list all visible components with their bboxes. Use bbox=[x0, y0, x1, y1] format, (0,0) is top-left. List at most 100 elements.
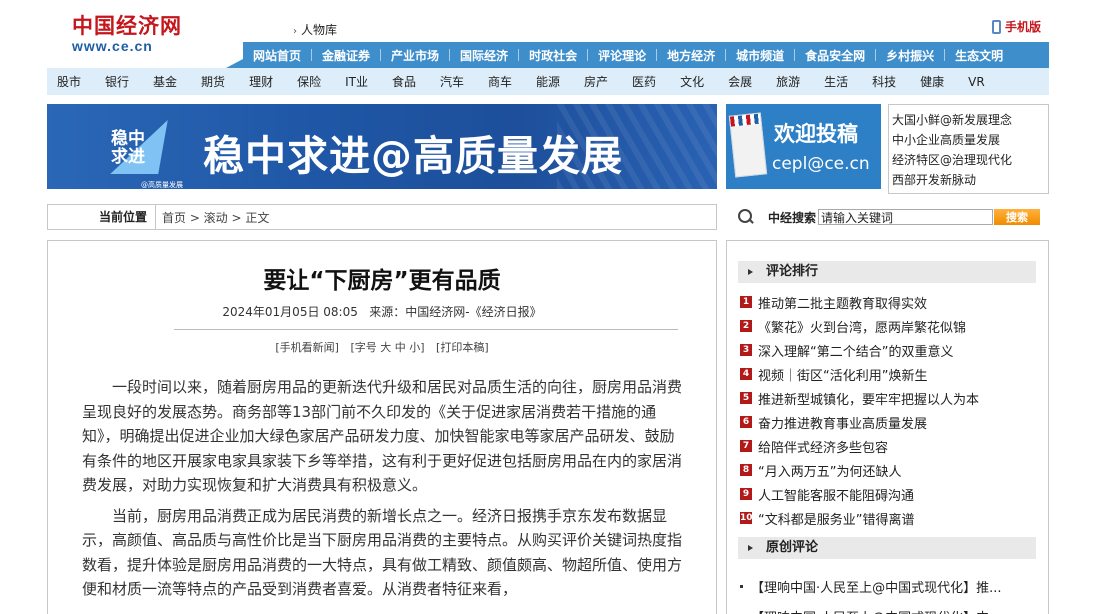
article-panel: 要让“下厨房”更有品质 2024年01月05日 08:05 来源：中国经济网-《… bbox=[47, 240, 717, 614]
ranking-item-label: 视频｜街区“活化利用”焕新生 bbox=[758, 368, 928, 384]
mobile-version-link[interactable]: 手机版 bbox=[992, 18, 1041, 35]
secondary-nav-item[interactable]: 健康 bbox=[920, 73, 944, 90]
logo-chinese: 中国经济网 bbox=[72, 13, 182, 38]
ranking-item[interactable]: 9 人工智能客服不能阻碍沟通 bbox=[740, 482, 1040, 506]
ranking-item[interactable]: 10 “文科都是服务业”错得离谱 bbox=[740, 506, 1040, 530]
primary-nav-item[interactable]: 产业市场 bbox=[381, 47, 449, 64]
primary-nav-item[interactable]: 金融证券 bbox=[312, 47, 380, 64]
secondary-nav-item[interactable]: 房产 bbox=[584, 73, 608, 90]
stability-banner[interactable]: 稳中 求进 @高质量发展 稳中求进@高质量发展 bbox=[47, 104, 717, 189]
secondary-nav: 股市 银行 基金 期货 理财 保险 IT业 食品 汽车 商车 能源 房产 医药 文化 会展 旅游 生活 科技 健康 V… bbox=[47, 68, 1049, 95]
search-button[interactable]: 搜索 bbox=[994, 209, 1041, 225]
primary-nav-item[interactable]: 国际经济 bbox=[450, 47, 518, 64]
secondary-nav-item[interactable]: 保险 bbox=[297, 73, 321, 90]
ranking-item[interactable]: 3 深入理解“第二个结合”的双重意义 bbox=[740, 338, 1040, 362]
secondary-nav-item[interactable]: 食品 bbox=[392, 73, 416, 90]
article-paragraph: 当前，厨房用品消费正成为居民消费的新增长点之一。经济日报携手京东发布数据显示，高… bbox=[82, 506, 683, 599]
secondary-nav-item[interactable]: 期货 bbox=[201, 73, 225, 90]
primary-nav-item[interactable]: 网站首页 bbox=[243, 47, 311, 64]
search-input[interactable] bbox=[818, 209, 994, 225]
secondary-nav-item[interactable]: 会展 bbox=[728, 73, 752, 90]
print-link[interactable]: [打印本稿] bbox=[436, 341, 489, 354]
people-library-link[interactable]: › 人物库 bbox=[293, 21, 337, 38]
mobile-read-link[interactable]: [手机看新闻] bbox=[275, 341, 339, 354]
article-paragraph: 一段时间以来，随着厨房用品的更新迭代升级和居民对品质生活的向往，厨房用品消费呈现… bbox=[82, 378, 683, 494]
ranking-item-label: 给陪伴式经济多些包容 bbox=[758, 440, 889, 456]
original-list: 【理响中国·人民至上@中国式现代化】推... 【理响中国·人民至上@中国式现代化】… bbox=[740, 571, 1040, 614]
secondary-nav-item[interactable]: 旅游 bbox=[776, 73, 800, 90]
article-meta: 2024年01月05日 08:05 来源：中国经济网-《经济日报》 bbox=[222, 305, 542, 319]
emblem-caption: @高质量发展 bbox=[141, 181, 183, 189]
original-comment-item[interactable]: 【理响中国·人民至上@中国式现代化】中... bbox=[740, 601, 1040, 614]
logo-url: www.ce.cn bbox=[72, 38, 153, 54]
topic-link[interactable]: 大国小鲜@新发展理念 bbox=[892, 110, 1048, 130]
ranking-item[interactable]: 6 奋力推进教育事业高质量发展 bbox=[740, 410, 1040, 434]
secondary-nav-item[interactable]: 银行 bbox=[105, 73, 129, 90]
site-logo[interactable]: 中国经济网 www.ce.cn bbox=[72, 14, 184, 56]
primary-nav-item[interactable]: 食品安全网 bbox=[795, 47, 875, 64]
topic-link[interactable]: 西部开发新脉动 bbox=[892, 170, 1048, 190]
sidebar: 评论排行 1 推动第二批主题教育取得实效 2 《繁花》火到台湾，愿两岸繁花似锦 3 深入理… bbox=[726, 240, 1049, 614]
primary-nav-item[interactable]: 城市频道 bbox=[726, 47, 794, 64]
ranking-item[interactable]: 4 视频｜街区“活化利用”焕新生 bbox=[740, 362, 1040, 386]
primary-nav-item[interactable]: 地方经济 bbox=[657, 47, 725, 64]
banner-emblem: 稳中 求进 @高质量发展 bbox=[95, 116, 195, 189]
secondary-nav-item[interactable]: 商车 bbox=[488, 73, 512, 90]
article-tools: [手机看新闻] [字号 大 中 小] [打印本稿] bbox=[48, 339, 716, 355]
secondary-nav-item[interactable]: IT业 bbox=[345, 73, 368, 90]
secondary-nav-item[interactable]: 汽车 bbox=[440, 73, 464, 90]
original-header: 原创评论 bbox=[738, 537, 1036, 559]
secondary-nav-item[interactable]: 能源 bbox=[536, 73, 560, 90]
secondary-nav-item[interactable]: 基金 bbox=[153, 73, 177, 90]
font-size-control[interactable]: [字号 大 中 小] bbox=[350, 341, 424, 354]
rank-number-badge: 4 bbox=[740, 368, 752, 380]
emblem-text: 稳中 求进 bbox=[111, 129, 145, 167]
rank-number-badge: 6 bbox=[740, 416, 752, 428]
search-bar: 中经搜索 搜索 bbox=[726, 204, 1049, 230]
secondary-nav-item[interactable]: VR bbox=[968, 75, 985, 89]
ranking-item[interactable]: 7 给陪伴式经济多些包容 bbox=[740, 434, 1040, 458]
original-comment-label: 【理响中国·人民至上@中国式现代化】推... bbox=[751, 580, 1002, 596]
secondary-nav-item[interactable]: 医药 bbox=[632, 73, 656, 90]
ranking-header: 评论排行 bbox=[738, 261, 1036, 283]
ranking-item-label: “月入两万五”为何还缺人 bbox=[758, 464, 902, 480]
article-title: 要让“下厨房”更有品质 bbox=[263, 268, 501, 294]
rank-number-badge: 7 bbox=[740, 440, 752, 452]
primary-nav-item[interactable]: 生态文明 bbox=[945, 47, 1013, 64]
primary-nav-item[interactable]: 乡村振兴 bbox=[876, 47, 944, 64]
ranking-item[interactable]: 2 《繁花》火到台湾，愿两岸繁花似锦 bbox=[740, 314, 1040, 338]
triangle-right-icon bbox=[748, 269, 753, 275]
breadcrumb-label: 当前位置 bbox=[48, 205, 156, 229]
secondary-nav-item[interactable]: 生活 bbox=[824, 73, 848, 90]
ranking-list: 1 推动第二批主题教育取得实效 2 《繁花》火到台湾，愿两岸繁花似锦 3 深入理解“第二个… bbox=[740, 290, 1040, 530]
ranking-item[interactable]: 5 推进新型城镇化，要牢牢把握以人为本 bbox=[740, 386, 1040, 410]
primary-nav-item[interactable]: 时政社会 bbox=[519, 47, 587, 64]
people-library-label: 人物库 bbox=[301, 23, 338, 37]
chevron-right-icon: › bbox=[293, 26, 297, 37]
original-title: 原创评论 bbox=[766, 540, 819, 555]
submission-banner[interactable]: 欢迎投稿 cepl@ce.cn bbox=[726, 104, 881, 189]
ranking-item[interactable]: 1 推动第二批主题教育取得实效 bbox=[740, 290, 1040, 314]
secondary-nav-item[interactable]: 文化 bbox=[680, 73, 704, 90]
phone-icon bbox=[992, 19, 1001, 34]
topic-link[interactable]: 中小企业高质量发展 bbox=[892, 130, 1048, 150]
breadcrumb: 当前位置 首页 > 滚动 > 正文 bbox=[47, 204, 717, 230]
envelope-icon bbox=[728, 112, 768, 178]
topic-link[interactable]: 经济特区@治理现代化 bbox=[892, 150, 1048, 170]
secondary-nav-item[interactable]: 股市 bbox=[57, 73, 81, 90]
rank-number-badge: 1 bbox=[740, 296, 752, 308]
triangle-right-icon bbox=[748, 545, 753, 551]
ranking-item-label: “文科都是服务业”错得离谱 bbox=[758, 512, 915, 528]
original-comment-item[interactable]: 【理响中国·人民至上@中国式现代化】推... bbox=[740, 571, 1040, 601]
secondary-nav-item[interactable]: 理财 bbox=[249, 73, 273, 90]
breadcrumb-path[interactable]: 首页 > 滚动 > 正文 bbox=[156, 209, 269, 226]
ranking-item-label: 《繁花》火到台湾，愿两岸繁花似锦 bbox=[758, 320, 967, 336]
ranking-item-label: 深入理解“第二个结合”的双重意义 bbox=[758, 344, 954, 360]
primary-nav-item[interactable]: 评论理论 bbox=[588, 47, 656, 64]
submission-title: 欢迎投稿 bbox=[774, 121, 858, 146]
ranking-item-label: 推动第二批主题教育取得实效 bbox=[758, 296, 928, 312]
secondary-nav-item[interactable]: 科技 bbox=[872, 73, 896, 90]
ranking-item[interactable]: 8 “月入两万五”为何还缺人 bbox=[740, 458, 1040, 482]
rank-number-badge: 8 bbox=[740, 464, 752, 476]
ranking-item-label: 奋力推进教育事业高质量发展 bbox=[758, 416, 928, 432]
